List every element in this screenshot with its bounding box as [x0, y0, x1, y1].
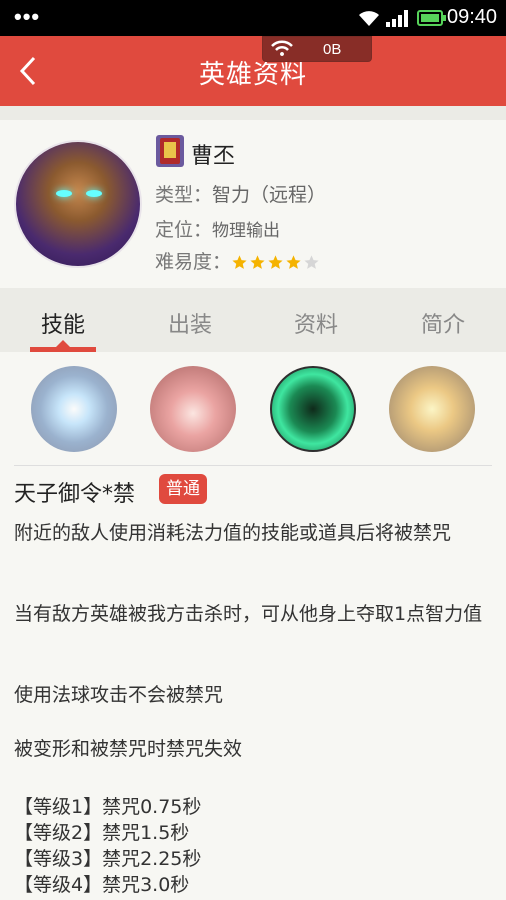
skill-level: 【等级4】禁咒3.0秒	[14, 874, 190, 896]
skill-level: 【等级3】禁咒2.25秒	[14, 848, 202, 870]
hero-name: 曹丕	[191, 144, 236, 169]
star-filled-icon	[232, 254, 247, 269]
hero-avatar	[14, 140, 142, 268]
skill-icon-1[interactable]	[31, 366, 117, 452]
app-bar: 英雄资料 0B	[0, 36, 506, 106]
network-speed-badge: 0B	[262, 36, 372, 62]
skill-detail: 天子御令*禁 普通 附近的敌人使用消耗法力值的技能或道具后将被禁咒 当有敌方英雄…	[0, 466, 506, 900]
skill-icon-3[interactable]	[270, 366, 356, 452]
network-rate: 0B	[323, 41, 342, 58]
skill-description: 附近的敌人使用消耗法力值的技能或道具后将被禁咒	[14, 522, 452, 544]
wifi-icon	[359, 11, 379, 26]
star-empty-icon	[304, 254, 319, 269]
header-divider	[0, 106, 506, 120]
skill-description: 被变形和被禁咒时禁咒失效	[14, 738, 243, 760]
tab-intro[interactable]: 简介	[380, 288, 506, 352]
star-filled-icon	[286, 254, 301, 269]
skill-description: 当有敌方英雄被我方击杀时，可从他身上夺取1点智力值	[14, 603, 483, 625]
hero-type-value: 智力（远程）	[212, 184, 327, 206]
avatar-eye	[56, 190, 72, 197]
tab-profile[interactable]: 资料	[253, 288, 379, 352]
star-filled-icon	[268, 254, 283, 269]
skill-name: 天子御令*禁	[14, 482, 136, 507]
hero-difficulty-row: 难易度：	[155, 247, 321, 274]
star-filled-icon	[250, 254, 265, 269]
skill-level: 【等级1】禁咒0.75秒	[14, 796, 202, 818]
hero-type-label: 类型：	[155, 184, 213, 206]
clock: 09:40	[447, 6, 498, 28]
difficulty-stars	[231, 252, 321, 274]
hero-role-label: 定位：	[155, 219, 213, 241]
battery-icon	[417, 10, 446, 26]
hero-info: 曹丕 类型：智力（远程） 定位：物理输出 难易度：	[0, 120, 506, 288]
skill-icons	[0, 352, 506, 464]
tab-indicator-notch	[56, 340, 70, 347]
wifi-icon	[271, 40, 293, 56]
hero-role-row: 定位：物理输出	[155, 215, 280, 242]
faction-banner-icon	[156, 135, 184, 167]
skill-level: 【等级2】禁咒1.5秒	[14, 822, 190, 844]
hero-role-value: 物理输出	[212, 221, 281, 241]
cell-signal-icon	[386, 10, 408, 27]
skill-type-badge: 普通	[159, 474, 207, 504]
hero-type-row: 类型：智力（远程）	[155, 180, 326, 207]
skill-icon-2[interactable]	[150, 366, 236, 452]
page-title: 英雄资料	[198, 60, 307, 90]
hero-difficulty-label: 难易度：	[155, 251, 232, 273]
skill-icon-4[interactable]	[389, 366, 475, 452]
notification-dots: •••	[14, 4, 41, 29]
skill-description: 使用法球攻击不会被禁咒	[14, 684, 224, 706]
avatar-eye	[86, 190, 102, 197]
tab-bar: 技能 出装 资料 简介	[0, 288, 506, 352]
status-bar: ••• 09:40	[0, 0, 506, 36]
tab-items[interactable]: 出装	[127, 288, 253, 352]
